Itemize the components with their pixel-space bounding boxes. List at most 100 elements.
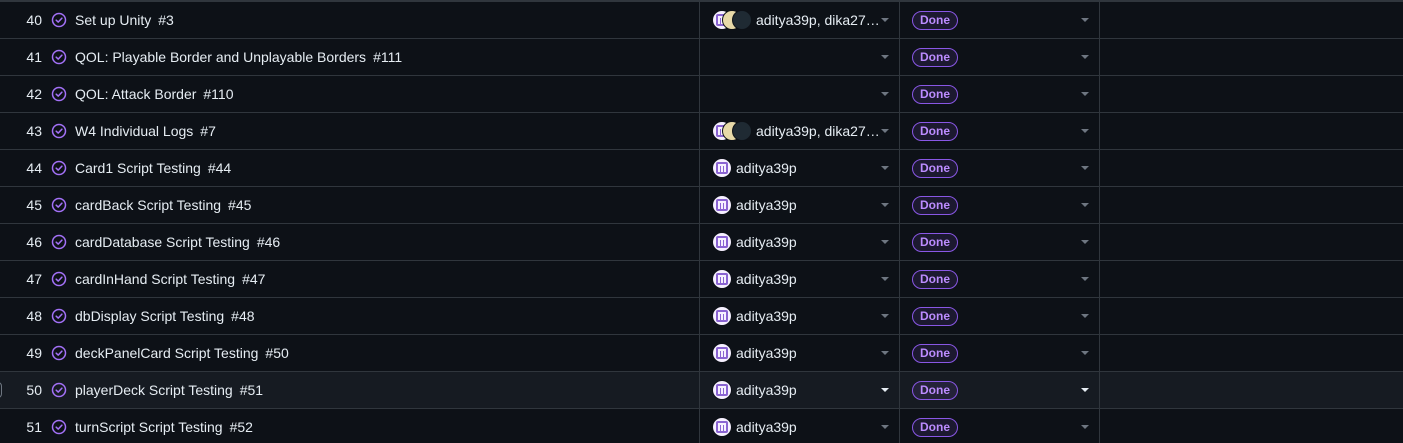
table-row[interactable]: 46 cardDatabase Script Testing #46 adity… [0,224,1403,261]
table-row[interactable]: 43 W4 Individual Logs #7 aditya39p, dika… [0,113,1403,150]
chevron-down-icon[interactable] [881,92,889,96]
issue-title[interactable]: W4 Individual Logs [75,123,193,139]
issue-title[interactable]: Card1 Script Testing [75,160,201,176]
status-cell[interactable]: Done [899,372,1099,408]
issue-title[interactable]: cardBack Script Testing [75,197,221,213]
title-cell[interactable]: QOL: Attack Border #110 [75,86,699,102]
assignees-cell[interactable]: aditya39p, dika27… [699,2,899,38]
chevron-down-icon[interactable] [881,351,889,355]
title-cell[interactable]: deckPanelCard Script Testing #50 [75,345,699,361]
status-cell[interactable]: Done [899,335,1099,371]
issue-title[interactable]: QOL: Playable Border and Unplayable Bord… [75,49,366,65]
assignees-cell[interactable] [699,76,899,112]
chevron-down-icon[interactable] [881,203,889,207]
status-cell[interactable]: Done [899,76,1099,112]
chevron-down-icon[interactable] [1081,425,1089,429]
empty-cell[interactable] [1099,39,1403,75]
empty-cell[interactable] [1099,76,1403,112]
chevron-down-icon[interactable] [1081,351,1089,355]
assignees-cell[interactable]: aditya39p [699,261,899,297]
chevron-down-icon[interactable] [881,18,889,22]
chevron-down-icon[interactable] [1081,388,1089,392]
title-cell[interactable]: Card1 Script Testing #44 [75,160,699,176]
assignees-cell[interactable]: aditya39p [699,372,899,408]
chevron-down-icon[interactable] [1081,129,1089,133]
table-row[interactable]: 51 turnScript Script Testing #52 aditya3… [0,409,1403,443]
issue-title[interactable]: deckPanelCard Script Testing [75,345,258,361]
row-number: 43 [26,123,42,139]
status-cell[interactable]: Done [899,113,1099,149]
table-row[interactable]: 40 Set up Unity #3 aditya39p, dika27… Do… [0,2,1403,39]
empty-cell[interactable] [1099,298,1403,334]
issue-title[interactable]: dbDisplay Script Testing [75,308,224,324]
chevron-down-icon[interactable] [881,314,889,318]
chevron-down-icon[interactable] [881,277,889,281]
title-cell[interactable]: cardDatabase Script Testing #46 [75,234,699,250]
table-row[interactable]: 48 dbDisplay Script Testing #48 aditya39… [0,298,1403,335]
chevron-down-icon[interactable] [1081,18,1089,22]
chevron-down-icon[interactable] [1081,55,1089,59]
table-row[interactable]: 45 cardBack Script Testing #45 aditya39p… [0,187,1403,224]
table-row[interactable]: 49 deckPanelCard Script Testing #50 adit… [0,335,1403,372]
chevron-down-icon[interactable] [881,388,889,392]
table-row[interactable]: 47 cardInHand Script Testing #47 aditya3… [0,261,1403,298]
chevron-down-icon[interactable] [1081,203,1089,207]
status-badge: Done [912,84,958,104]
assignees-cell[interactable]: aditya39p [699,409,899,443]
empty-cell[interactable] [1099,187,1403,223]
empty-cell[interactable] [1099,335,1403,371]
table-row[interactable]: 50 playerDeck Script Testing #51 aditya3… [0,372,1403,409]
status-cell[interactable]: Done [899,409,1099,443]
chevron-down-icon[interactable] [881,240,889,244]
chevron-down-icon[interactable] [1081,240,1089,244]
chevron-down-icon[interactable] [1081,166,1089,170]
issue-title[interactable]: playerDeck Script Testing [75,382,233,398]
status-cell[interactable]: Done [899,224,1099,260]
issue-title[interactable]: Set up Unity [75,12,151,28]
chevron-down-icon[interactable] [881,425,889,429]
assignees-cell[interactable]: aditya39p [699,224,899,260]
assignees-cell[interactable]: aditya39p, dika27… [699,113,899,149]
status-cell[interactable]: Done [899,187,1099,223]
issue-title[interactable]: QOL: Attack Border [75,86,196,102]
title-cell[interactable]: Set up Unity #3 [75,12,699,28]
title-cell[interactable]: W4 Individual Logs #7 [75,123,699,139]
title-cell[interactable]: dbDisplay Script Testing #48 [75,308,699,324]
status-cell[interactable]: Done [899,150,1099,186]
table-row[interactable]: 42 QOL: Attack Border #110 Done [0,76,1403,113]
title-cell[interactable]: playerDeck Script Testing #51 [75,382,699,398]
title-cell[interactable]: QOL: Playable Border and Unplayable Bord… [75,49,699,65]
assignees-cell[interactable]: aditya39p [699,150,899,186]
title-cell[interactable]: cardBack Script Testing #45 [75,197,699,213]
empty-cell[interactable] [1099,372,1403,408]
row-number: 40 [26,12,42,28]
empty-cell[interactable] [1099,224,1403,260]
status-cell[interactable]: Done [899,2,1099,38]
chevron-down-icon[interactable] [1081,277,1089,281]
chevron-down-icon[interactable] [1081,314,1089,318]
assignees-cell[interactable]: aditya39p [699,187,899,223]
assignees-cell[interactable]: aditya39p [699,298,899,334]
status-cell[interactable]: Done [899,298,1099,334]
title-cell[interactable]: cardInHand Script Testing #47 [75,271,699,287]
issue-title[interactable]: cardDatabase Script Testing [75,234,250,250]
issue-title[interactable]: turnScript Script Testing [75,419,223,435]
empty-cell[interactable] [1099,113,1403,149]
empty-cell[interactable] [1099,2,1403,38]
table-row[interactable]: 44 Card1 Script Testing #44 aditya39p Do… [0,150,1403,187]
status-cell[interactable]: Done [899,261,1099,297]
empty-cell[interactable] [1099,409,1403,443]
empty-cell[interactable] [1099,150,1403,186]
status-cell[interactable]: Done [899,39,1099,75]
table-row[interactable]: 41 QOL: Playable Border and Unplayable B… [0,39,1403,76]
issue-number: #44 [207,160,232,176]
empty-cell[interactable] [1099,261,1403,297]
issue-title[interactable]: cardInHand Script Testing [75,271,235,287]
chevron-down-icon[interactable] [881,129,889,133]
title-cell[interactable]: turnScript Script Testing #52 [75,419,699,435]
chevron-down-icon[interactable] [881,166,889,170]
chevron-down-icon[interactable] [1081,92,1089,96]
chevron-down-icon[interactable] [881,55,889,59]
assignees-cell[interactable] [699,39,899,75]
assignees-cell[interactable]: aditya39p [699,335,899,371]
